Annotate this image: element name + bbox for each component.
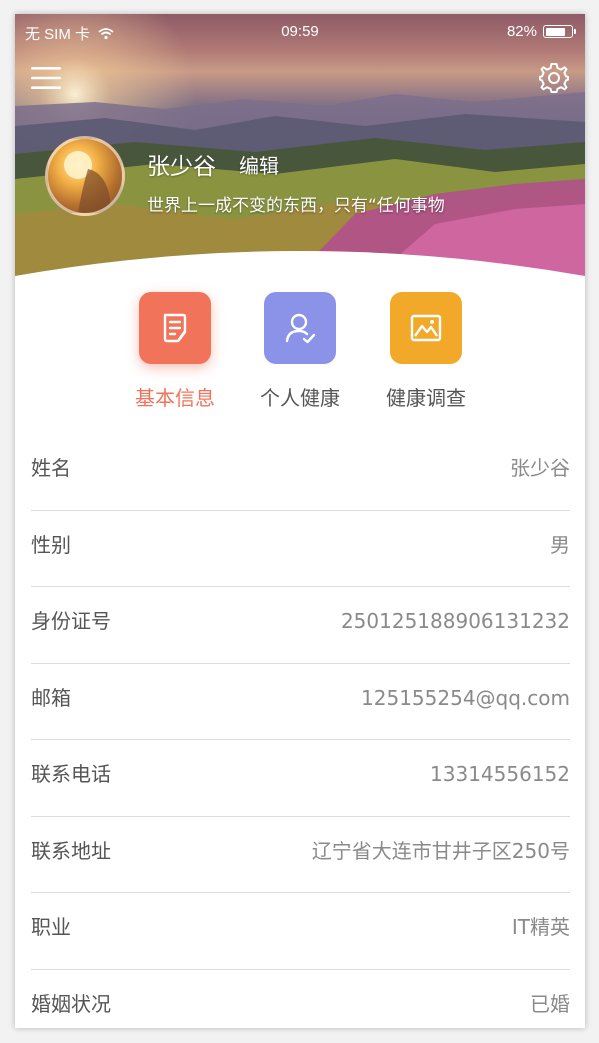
info-row-value: 已婚 bbox=[530, 991, 570, 1016]
user-name: 张少谷 bbox=[147, 154, 216, 180]
hamburger-menu-icon bbox=[31, 67, 61, 89]
info-row-label: 邮箱 bbox=[31, 685, 71, 710]
info-row-value: 辽宁省大连市甘井子区250号 bbox=[311, 838, 570, 863]
battery-percent: 82% bbox=[506, 23, 537, 40]
info-row-value: 张少谷 bbox=[510, 456, 570, 480]
info-row[interactable]: 身份证号 250125188906131232 bbox=[31, 587, 570, 664]
info-row-label: 职业 bbox=[31, 915, 71, 939]
info-row-label: 联系地址 bbox=[31, 838, 111, 863]
tab-health-survey-icon-box bbox=[390, 292, 462, 364]
info-row[interactable]: 邮箱 125155254@qq.com bbox=[31, 664, 570, 740]
info-row-value: 125155254@qq.com bbox=[361, 685, 570, 710]
user-check-icon bbox=[285, 313, 316, 344]
user-motto: 世界上一成不变的东西，只有“任何事物 bbox=[147, 196, 445, 216]
battery-fill bbox=[545, 27, 566, 36]
info-row-value: 250125188906131232 bbox=[340, 609, 570, 633]
gear-icon bbox=[539, 63, 569, 93]
quick-nav: 基本信息 个人健康 健康调查 bbox=[15, 292, 585, 412]
info-row[interactable]: 性别 男 bbox=[31, 511, 570, 587]
info-row-label: 姓名 bbox=[31, 456, 71, 480]
info-row[interactable]: 姓名 张少谷 bbox=[31, 434, 570, 511]
avatar[interactable] bbox=[45, 136, 125, 216]
info-row-value: IT精英 bbox=[511, 915, 570, 939]
info-row[interactable]: 联系电话 13314556152 bbox=[31, 740, 570, 817]
info-row-label: 婚姻状况 bbox=[31, 991, 111, 1016]
header-curve bbox=[15, 251, 585, 276]
phone-screen: 无 SIM 卡 09:59 82% 张少谷 编辑 世界上一成不变的东西，只有“任… bbox=[15, 14, 585, 1028]
document-edit-icon bbox=[163, 313, 187, 343]
edit-profile-link[interactable]: 编辑 bbox=[239, 150, 279, 179]
info-row-label: 性别 bbox=[31, 532, 71, 557]
info-row-label: 身份证号 bbox=[31, 609, 111, 633]
status-bar: 无 SIM 卡 09:59 82% bbox=[15, 14, 585, 50]
status-right: 82% bbox=[506, 23, 576, 40]
info-row[interactable]: 联系地址 辽宁省大连市甘井子区250号 bbox=[31, 817, 570, 893]
menu-button[interactable] bbox=[30, 64, 62, 92]
profile-header: 无 SIM 卡 09:59 82% 张少谷 编辑 世界上一成不变的东西，只有“任… bbox=[15, 14, 585, 276]
info-row-label: 联系电话 bbox=[31, 762, 111, 786]
clock: 09:59 bbox=[281, 23, 319, 40]
basic-info-list: 姓名 张少谷性别 男身份证号 250125188906131232 邮箱 12515525… bbox=[31, 434, 570, 1028]
battery-icon bbox=[543, 25, 576, 38]
tab-health-survey-label: 健康调查 bbox=[386, 386, 466, 410]
tab-basic-info-icon-box bbox=[139, 292, 211, 364]
info-row-value: 男 bbox=[550, 532, 570, 557]
image-icon bbox=[410, 314, 442, 342]
tab-personal-health-icon-box bbox=[264, 292, 336, 364]
info-row[interactable]: 婚姻状况 已婚 bbox=[31, 970, 570, 1029]
info-row[interactable]: 职业 IT精英 bbox=[31, 893, 570, 970]
avatar-photo bbox=[64, 151, 110, 213]
info-row-value: 13314556152 bbox=[430, 762, 570, 786]
tab-health-survey[interactable]: 健康调查 bbox=[346, 292, 506, 411]
settings-button[interactable] bbox=[537, 61, 571, 95]
